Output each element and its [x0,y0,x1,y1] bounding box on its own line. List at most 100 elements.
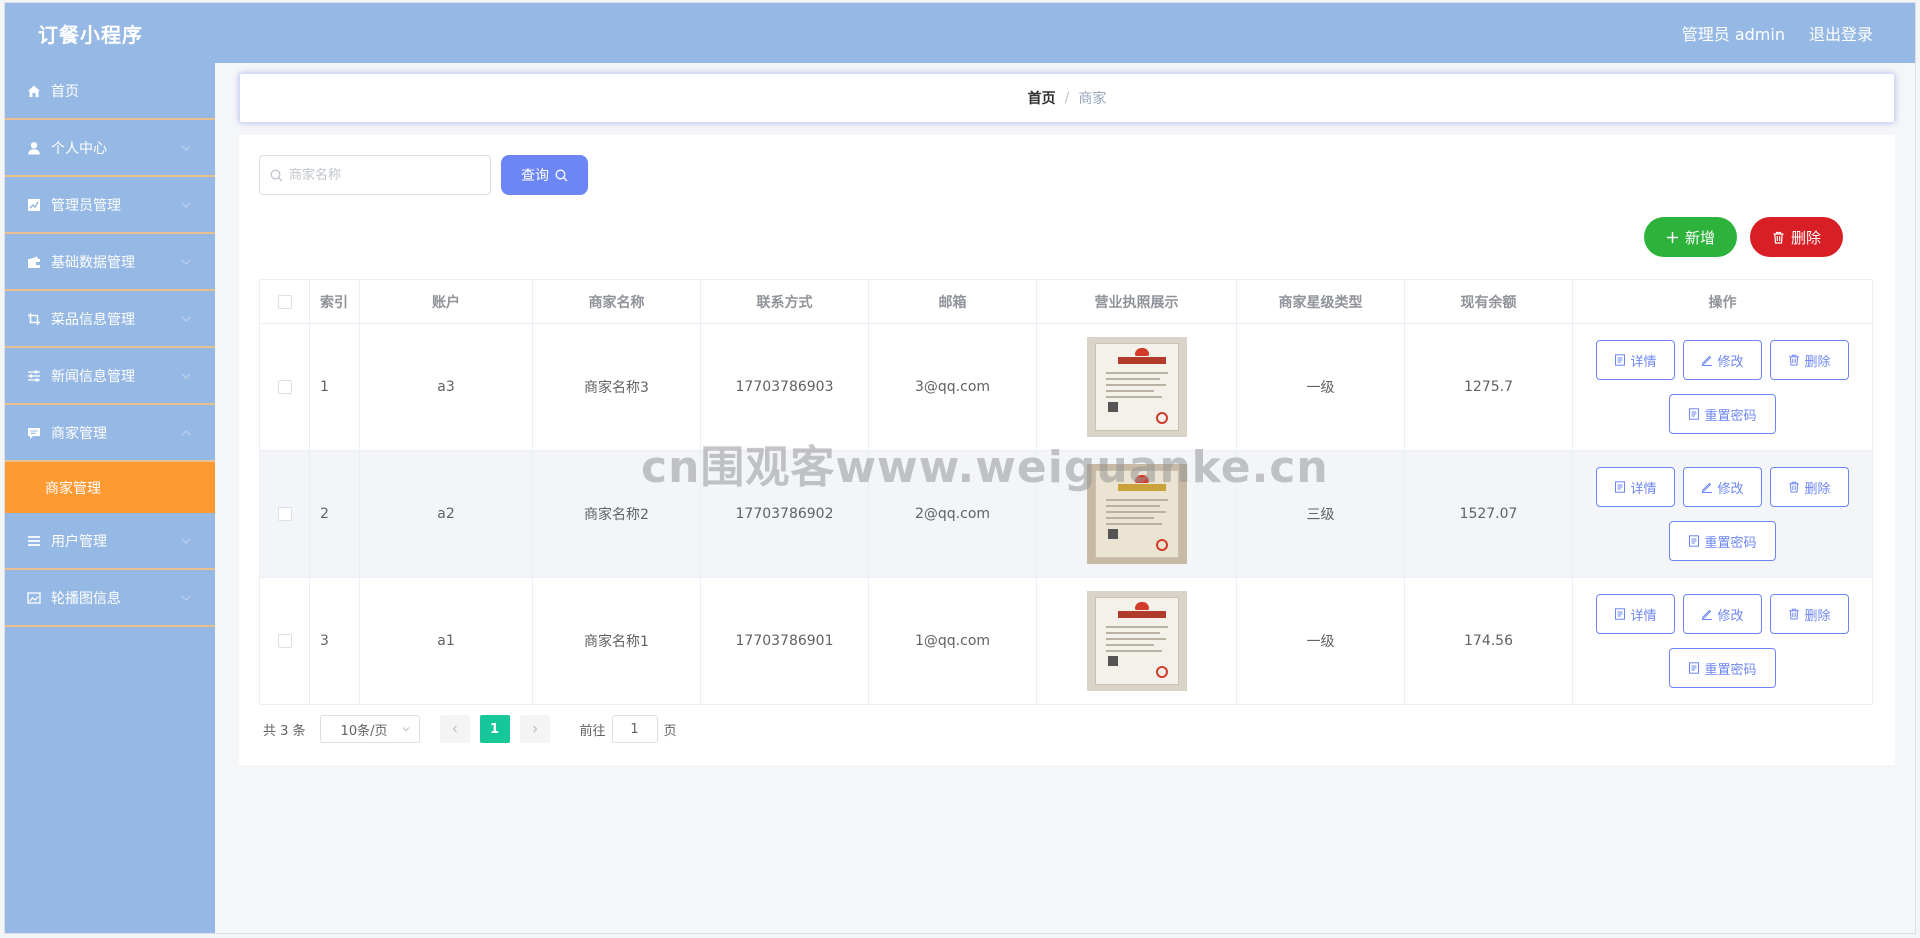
row-select-cell [259,450,310,578]
search-row: 查询 [259,155,588,195]
page-size-select[interactable]: 10条/页 [319,715,420,743]
trash-icon [1789,481,1800,493]
edit-button[interactable]: 修改 [1683,467,1762,507]
business-license-image[interactable] [1086,337,1187,437]
add-button-label: 新增 [1684,228,1715,247]
sidebar-item-admin-management[interactable]: 管理员管理 [5,177,215,234]
column-header: 索引 [309,279,360,324]
app-title: 订餐小程序 [38,22,143,47]
app-window: 订餐小程序 管理员 admin 退出登录 首页 个人中心 管理员管理 基础数据管… [4,2,1916,934]
row-checkbox[interactable] [277,507,292,521]
pencil-icon [1702,482,1713,493]
row-select-cell [259,577,310,705]
user-icon [27,141,41,155]
business-license-image[interactable] [1086,591,1187,691]
column-header: 操作 [1572,279,1873,324]
sidebar-item-user-management[interactable]: 用户管理 [5,513,215,570]
chevron-up-icon [181,429,191,435]
index-cell: 2 [309,450,360,578]
row-checkbox[interactable] [277,634,292,648]
action-row: 新增 删除 [1644,217,1843,257]
sidebar-item-dish-info[interactable]: 菜品信息管理 [5,291,215,348]
chevron-down-icon [181,259,191,265]
balance-cell: 1275.7 [1404,323,1573,451]
trash-icon [1789,354,1800,366]
detail-button[interactable]: 详情 [1596,340,1675,380]
detail-button-label: 详情 [1630,354,1657,370]
merchant-name-search-input[interactable] [289,167,479,183]
trash-icon [1773,231,1784,244]
delete-button-label: 删除 [1804,481,1831,497]
reset-password-button[interactable]: 重置密码 [1669,648,1776,688]
balance-cell: 174.56 [1404,577,1573,705]
edit-button[interactable]: 修改 [1683,594,1762,634]
operations-cell: 详情 修改 删除 重置密码 [1572,450,1873,578]
delete-button[interactable]: 删除 [1770,340,1849,380]
delete-button-label: 删除 [1804,608,1831,624]
sidebar-item-label: 首页 [51,83,79,100]
sidebar-item-label: 用户管理 [51,533,107,550]
document-icon [1689,535,1700,547]
sidebar-subitem-merchant-management[interactable]: 商家管理 [5,462,215,513]
reset-password-button[interactable]: 重置密码 [1669,521,1776,561]
email-cell: 2@qq.com [868,450,1037,578]
top-right-area: 管理员 admin 退出登录 [1682,21,1873,45]
main-area: 首页 / 商家 查询 新增 [215,63,1915,933]
sliders-icon [27,369,41,383]
sidebar-item-merchant-management[interactable]: 商家管理 [5,405,215,462]
operations-cell: 详情 修改 删除 重置密码 [1572,323,1873,451]
merchant-name-cell: 商家名称3 [532,323,701,451]
breadcrumb: 首页 / 商家 [239,73,1895,123]
logout-link[interactable]: 退出登录 [1809,21,1873,45]
select-all-cell [259,279,310,324]
chevron-down-icon [181,373,191,379]
search-icon [270,169,283,181]
sidebar-item-personal-center[interactable]: 个人中心 [5,120,215,177]
delete-button[interactable]: 删除 [1770,467,1849,507]
merchant-name-cell: 商家名称1 [532,577,701,705]
document-icon [1689,662,1700,674]
sidebar-item-basic-data[interactable]: 基础数据管理 [5,234,215,291]
sidebar-item-label: 基础数据管理 [51,254,135,271]
delete-button[interactable]: 删除 [1770,594,1849,634]
edit-button-label: 修改 [1717,354,1744,370]
sidebar: 首页 个人中心 管理员管理 基础数据管理 菜品信息管理 新闻信息管理 商家管理 … [5,63,215,933]
account-cell: a1 [359,577,533,705]
next-page-button[interactable] [519,715,550,743]
batch-delete-button[interactable]: 删除 [1750,217,1843,257]
pagination: 共 3 条 10条/页 1 前往 页 [263,715,677,743]
edit-button[interactable]: 修改 [1683,340,1762,380]
query-button[interactable]: 查询 [501,155,588,195]
reset-password-button[interactable]: 重置密码 [1669,394,1776,434]
sidebar-item-label: 菜品信息管理 [51,311,135,328]
row-checkbox[interactable] [277,380,292,394]
goto-page-input[interactable] [611,715,658,743]
sidebar-item-carousel-info[interactable]: 轮播图信息 [5,570,215,627]
sidebar-item-home[interactable]: 首页 [5,63,215,120]
admin-user-label[interactable]: 管理员 admin [1682,21,1785,45]
add-button[interactable]: 新增 [1644,217,1737,257]
select-all-checkbox[interactable] [277,294,292,309]
level-cell: 三级 [1236,450,1405,578]
merchant-table: 索引 账户 商家名称 联系方式 邮箱 营业执照展示 商家星级类型 现有余额 操作 [259,279,1873,705]
search-icon [555,169,568,181]
sidebar-item-news-info[interactable]: 新闻信息管理 [5,348,215,405]
chevron-down-icon [402,727,409,732]
business-license-image[interactable] [1086,464,1187,564]
prev-page-button[interactable] [439,715,470,743]
row-select-cell [259,323,310,451]
plus-icon [1666,231,1678,243]
page-number-button[interactable]: 1 [479,715,510,743]
detail-button[interactable]: 详情 [1596,467,1675,507]
chevron-down-icon [181,202,191,208]
message-icon [27,426,41,440]
trash-icon [1789,608,1800,620]
breadcrumb-home[interactable]: 首页 [1028,88,1056,108]
column-header: 营业执照展示 [1036,279,1237,324]
document-icon [1615,481,1626,493]
detail-button[interactable]: 详情 [1596,594,1675,634]
column-header: 账户 [359,279,533,324]
detail-button-label: 详情 [1630,481,1657,497]
picture-icon [27,591,41,605]
email-cell: 1@qq.com [868,577,1037,705]
